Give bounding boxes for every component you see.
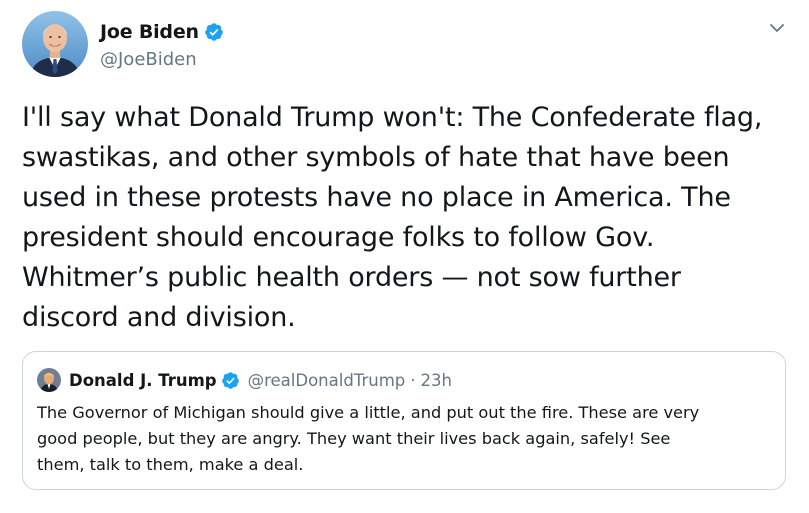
tweet-card: Joe Biden @JoeBiden I'll say what Donald…	[0, 0, 809, 513]
person-avatar-icon	[37, 368, 61, 392]
quoted-author-avatar	[37, 368, 61, 392]
author-name-row: Joe Biden	[100, 19, 224, 45]
separator-dot: ·	[410, 370, 416, 390]
verified-badge-icon	[204, 22, 224, 42]
quoted-tweet-text: The Governor of Michigan should give a l…	[37, 403, 700, 474]
author-names: Joe Biden @JoeBiden	[100, 19, 224, 70]
author-avatar[interactable]	[22, 11, 88, 77]
quoted-tweet[interactable]: Donald J. Trump @realDonaldTrump · 23h T…	[22, 351, 786, 490]
person-avatar-icon	[22, 11, 88, 77]
quoted-author-name[interactable]: Donald J. Trump	[69, 371, 217, 390]
quoted-tweet-time[interactable]: 23h	[421, 371, 452, 390]
verified-badge-icon	[221, 371, 240, 390]
author-handle[interactable]: @JoeBiden	[100, 49, 224, 70]
tweet-header: Joe Biden @JoeBiden	[22, 10, 224, 78]
quoted-tweet-header: Donald J. Trump @realDonaldTrump · 23h	[37, 368, 452, 392]
quoted-author-handle[interactable]: @realDonaldTrump	[248, 371, 406, 390]
chevron-down-icon[interactable]	[767, 18, 787, 38]
author-display-name[interactable]: Joe Biden	[100, 21, 199, 43]
tweet-text: I'll say what Donald Trump won't: The Co…	[22, 102, 763, 333]
